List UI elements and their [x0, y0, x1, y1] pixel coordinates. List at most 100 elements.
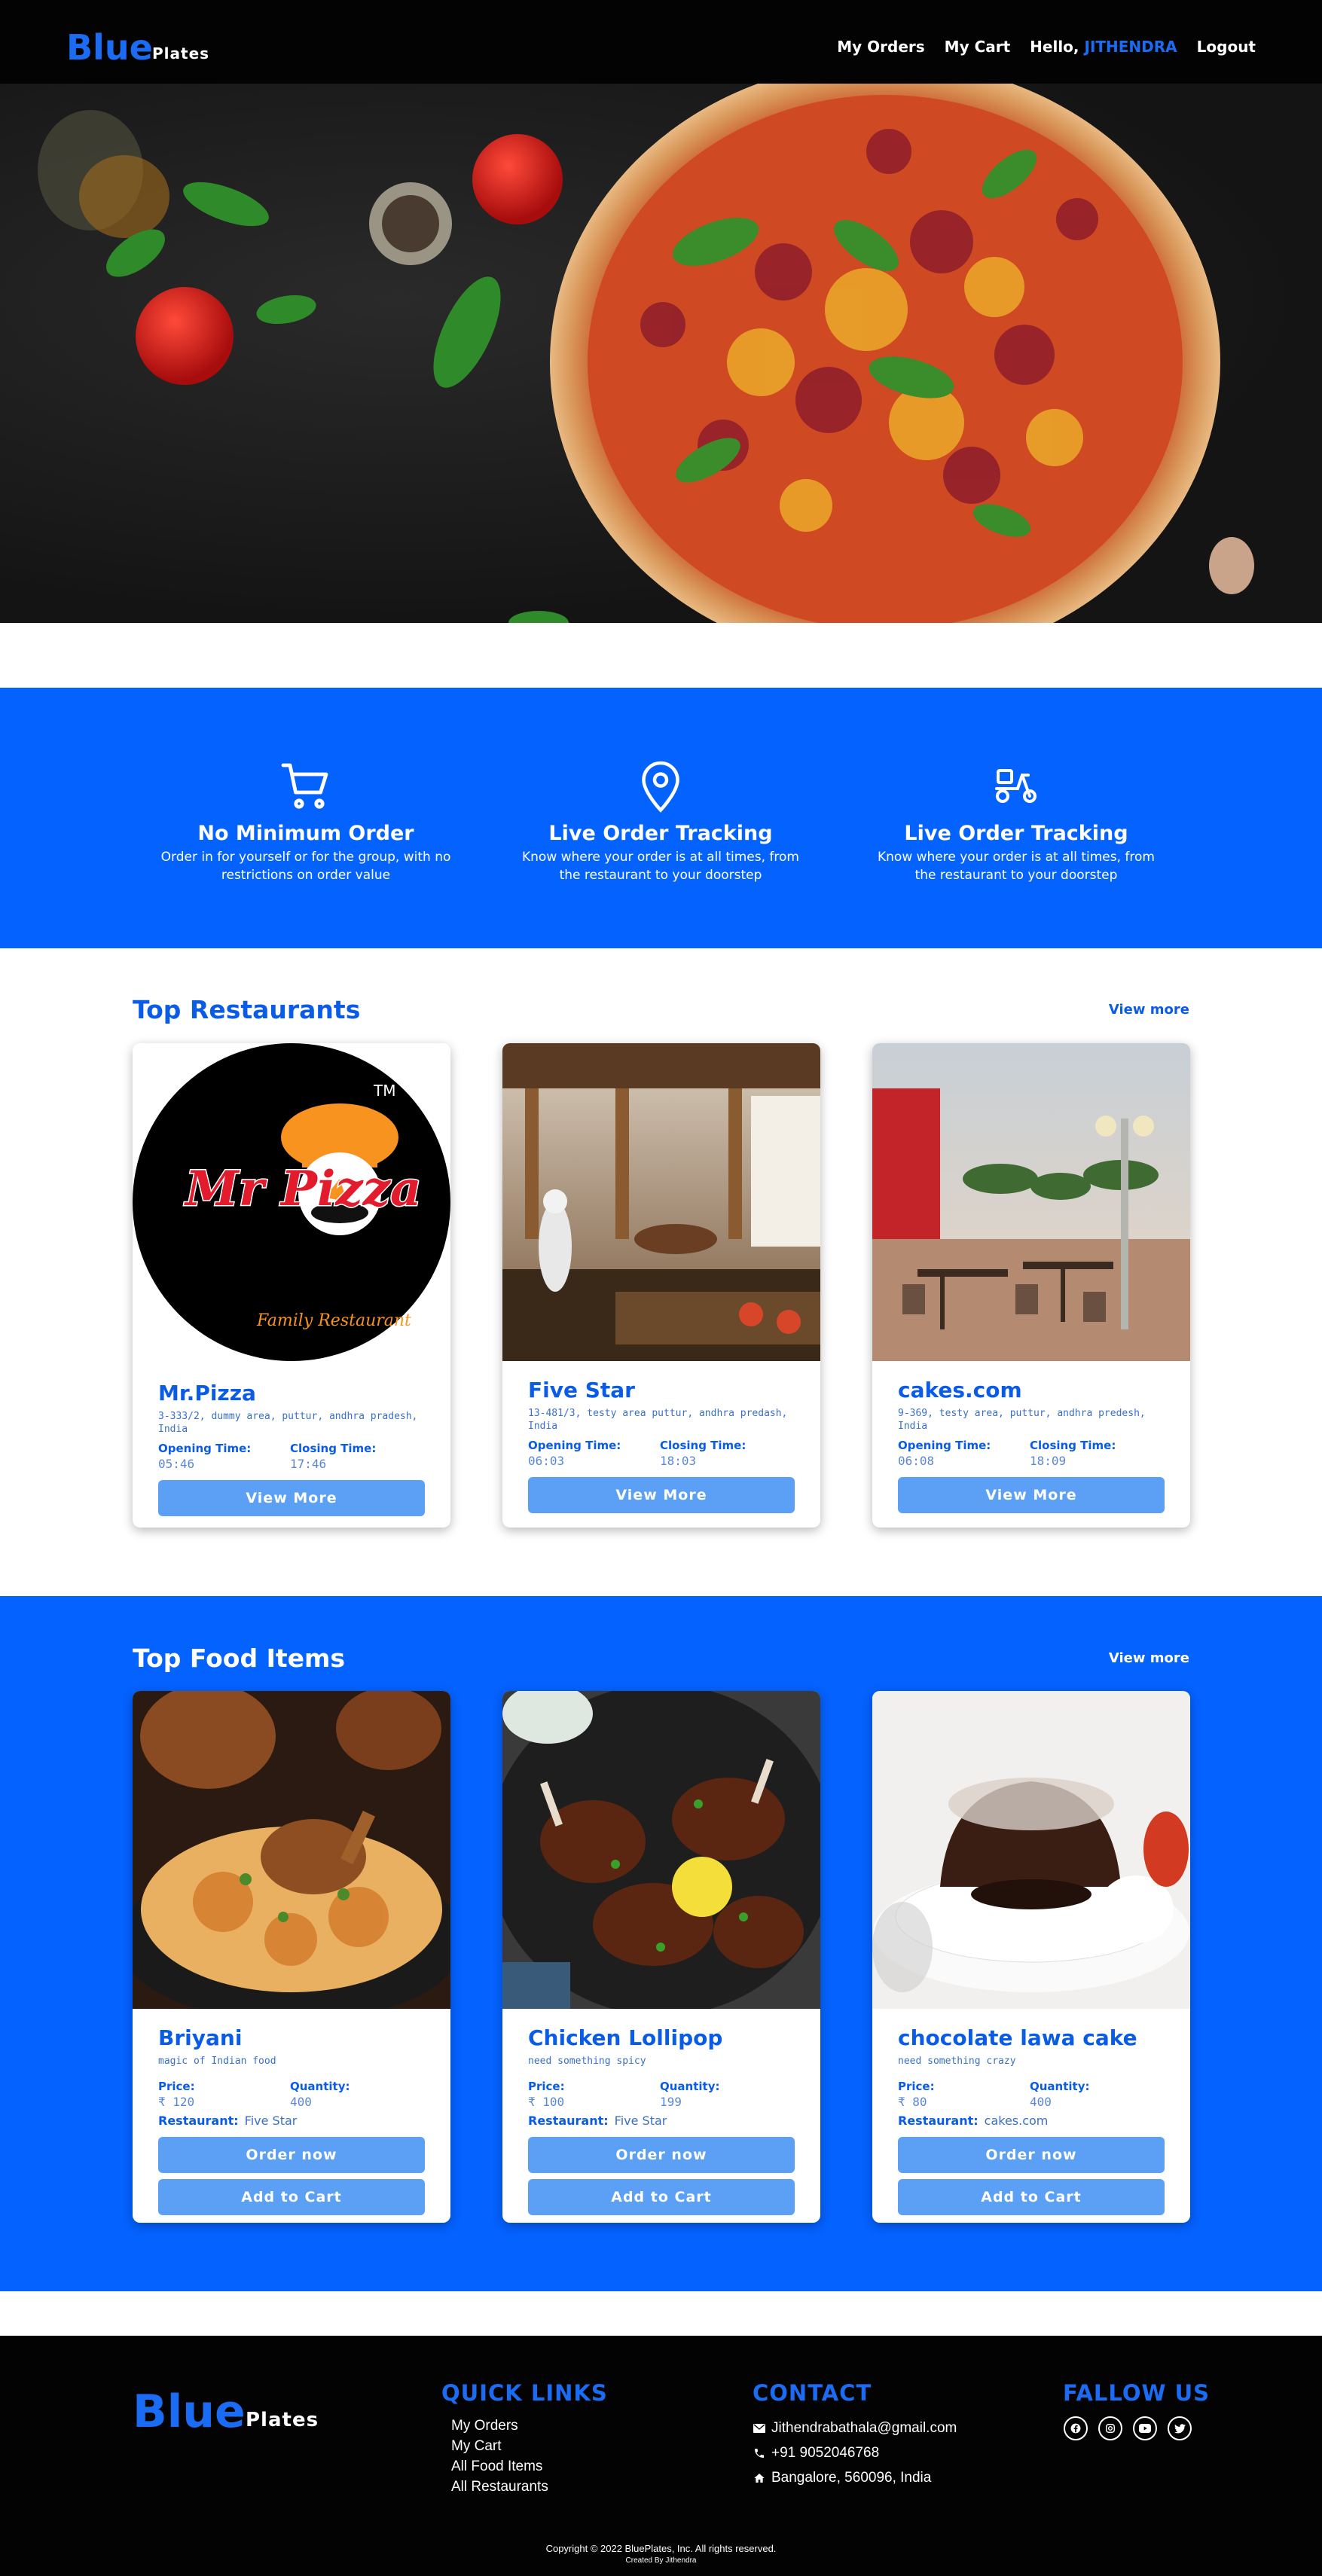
- add-to-cart-button[interactable]: Add to Cart: [158, 2179, 425, 2215]
- opening-time-value: 05:46: [158, 1457, 195, 1471]
- food-card-chocolate-lawa-cake: chocolate lawa cake need something crazy…: [872, 1691, 1190, 2223]
- restaurant-value: cakes.com: [984, 2114, 1049, 2128]
- view-more-button[interactable]: View More: [528, 1477, 795, 1513]
- closing-time-label: Closing Time:: [1030, 1439, 1116, 1452]
- nav-greeting: Hello, JITHENDRA: [1030, 38, 1177, 56]
- price-label: Price:: [898, 2080, 935, 2093]
- nav-my-orders-link[interactable]: My Orders: [837, 38, 924, 56]
- food-tagline: need something spicy: [528, 2056, 646, 2067]
- add-to-cart-button[interactable]: Add to Cart: [898, 2179, 1165, 2215]
- contact-address-row: Bangalore, 560096, India: [753, 2465, 957, 2490]
- restaurants-view-more-link[interactable]: View more: [1109, 1002, 1189, 1018]
- closing-time-label: Closing Time:: [290, 1442, 377, 1455]
- phone-icon: [755, 2448, 764, 2458]
- footer-logo-subtext[interactable]: Plates: [246, 2409, 319, 2431]
- facebook-icon[interactable]: [1064, 2416, 1088, 2440]
- footer-link-all-food-items[interactable]: All Food Items: [451, 2456, 548, 2477]
- restaurant-value: Five Star: [614, 2114, 667, 2128]
- food-photo: [872, 1691, 1190, 2009]
- contact-list: Jithendrabathala@gmail.com +91 905204676…: [753, 2416, 957, 2490]
- nav-logout-link[interactable]: Logout: [1197, 38, 1256, 56]
- quantity-label: Quantity:: [660, 2080, 720, 2093]
- footer-link-my-cart[interactable]: My Cart: [451, 2436, 548, 2456]
- restaurant-address: 3-333/2, dummy area, puttur, andhra prad…: [158, 1411, 418, 1435]
- feature-live-order-tracking: Live Order Tracking Know where your orde…: [510, 755, 811, 884]
- quantity-value: 400: [1030, 2095, 1052, 2109]
- email-icon: [753, 2423, 765, 2433]
- contact-phone[interactable]: +91 9052046768: [771, 2440, 879, 2465]
- opening-time-label: Opening Time:: [158, 1442, 252, 1455]
- food-view-more-link[interactable]: View more: [1109, 1650, 1189, 1666]
- footer-link-my-orders[interactable]: My Orders: [451, 2416, 548, 2436]
- feature-description: Order in for yourself or for the group, …: [160, 850, 451, 883]
- view-more-button[interactable]: View More: [158, 1480, 425, 1516]
- contact-address: Bangalore, 560096, India: [771, 2470, 932, 2486]
- food-tagline: magic of Indian food: [158, 2056, 276, 2067]
- cart-icon: [155, 755, 456, 816]
- logo-subtext[interactable]: Plates: [152, 44, 209, 63]
- food-name[interactable]: Briyani: [158, 2025, 425, 2050]
- location-pin-icon: [510, 755, 811, 816]
- restaurant-label: Restaurant:: [528, 2114, 609, 2128]
- restaurant-hours: Opening Time: 06:08 Closing Time: 18:09: [898, 1439, 1165, 1468]
- food-photo: [133, 1691, 450, 2009]
- logo-text[interactable]: Blue: [66, 27, 153, 68]
- contact-title: CONTACT: [753, 2380, 872, 2406]
- logo-lettering-family: Family Restaurant: [256, 1311, 411, 1330]
- food-tagline: need something crazy: [898, 2056, 1016, 2067]
- food-details: Price: ₹ 120 Quantity: 400: [158, 2080, 425, 2109]
- card-body: cakes.com 9-369, testy area, puttur, and…: [872, 1361, 1190, 1524]
- card-body: Chicken Lollipop need something spicy Pr…: [502, 2009, 820, 2223]
- card-body: Mr.Pizza 3-333/2, dummy area, puttur, an…: [133, 1361, 450, 1527]
- feature-title: No Minimum Order: [197, 822, 414, 845]
- opening-time-value: 06:03: [528, 1454, 565, 1468]
- closing-time-label: Closing Time:: [660, 1439, 746, 1452]
- footer: Blue Plates QUICK LINKS My Orders My Car…: [0, 2336, 1322, 2576]
- price-value: ₹ 100: [528, 2095, 565, 2109]
- restaurant-name[interactable]: cakes.com: [898, 1378, 1165, 1402]
- restaurant-card-mr-pizza: TM Mr Pizza Family Restaurant Mr.Pizza 3…: [133, 1043, 450, 1528]
- page: Blue Plates My Orders My Cart Hello, JIT…: [0, 0, 1322, 2576]
- restaurant-hours: Opening Time: 06:03 Closing Time: 18:03: [528, 1439, 795, 1468]
- food-photo: [502, 1691, 820, 2009]
- greeting-text: Hello,: [1030, 38, 1079, 56]
- feature-description: Know where your order is at all times, f…: [878, 850, 1155, 883]
- order-now-button[interactable]: Order now: [528, 2137, 795, 2173]
- food-items-section: Top Food Items View more Briyani magic o…: [0, 1596, 1322, 2291]
- created-by-text: Created By Jithendra: [625, 2556, 697, 2565]
- quantity-label: Quantity:: [1030, 2080, 1090, 2093]
- food-name[interactable]: Chicken Lollipop: [528, 2025, 795, 2050]
- contact-email[interactable]: Jithendrabathala@gmail.com: [771, 2416, 957, 2440]
- food-details: Price: ₹ 80 Quantity: 400: [898, 2080, 1165, 2109]
- contact-email-row: Jithendrabathala@gmail.com: [753, 2416, 957, 2440]
- restaurant-card-cakes-com: cakes.com 9-369, testy area, puttur, and…: [872, 1043, 1190, 1528]
- restaurant-name[interactable]: Mr.Pizza: [158, 1381, 425, 1406]
- add-to-cart-button[interactable]: Add to Cart: [528, 2179, 795, 2215]
- restaurant-name[interactable]: Five Star: [528, 1378, 795, 1402]
- restaurant-value: Five Star: [244, 2114, 298, 2128]
- username: JITHENDRA: [1084, 38, 1177, 56]
- quick-links-title: QUICK LINKS: [441, 2380, 608, 2406]
- nav-my-cart-link[interactable]: My Cart: [945, 38, 1011, 56]
- closing-time-value: 17:46: [290, 1457, 327, 1471]
- order-now-button[interactable]: Order now: [898, 2137, 1165, 2173]
- food-restaurant: Restaurant: cakes.com: [898, 2114, 1165, 2128]
- youtube-icon[interactable]: [1133, 2416, 1157, 2440]
- footer-logo-text[interactable]: Blue: [133, 2385, 246, 2438]
- view-more-button[interactable]: View More: [898, 1477, 1165, 1513]
- closing-time-value: 18:09: [1030, 1454, 1067, 1468]
- social-links: [1064, 2416, 1192, 2440]
- instagram-icon[interactable]: [1098, 2416, 1122, 2440]
- hero-banner: [0, 84, 1322, 623]
- price-label: Price:: [158, 2080, 195, 2093]
- restaurant-photo: [872, 1043, 1190, 1361]
- quick-links-list: My Orders My Cart All Food Items All Res…: [451, 2416, 548, 2497]
- footer-link-all-restaurants[interactable]: All Restaurants: [451, 2477, 548, 2497]
- hero-pizza-image: [38, 84, 1254, 623]
- order-now-button[interactable]: Order now: [158, 2137, 425, 2173]
- quantity-label: Quantity:: [290, 2080, 350, 2093]
- restaurant-address: 13-481/3, testy area puttur, andhra pred…: [528, 1408, 788, 1432]
- food-name[interactable]: chocolate lawa cake: [898, 2025, 1165, 2050]
- twitter-icon[interactable]: [1168, 2416, 1192, 2440]
- card-body: chocolate lawa cake need something crazy…: [872, 2009, 1190, 2223]
